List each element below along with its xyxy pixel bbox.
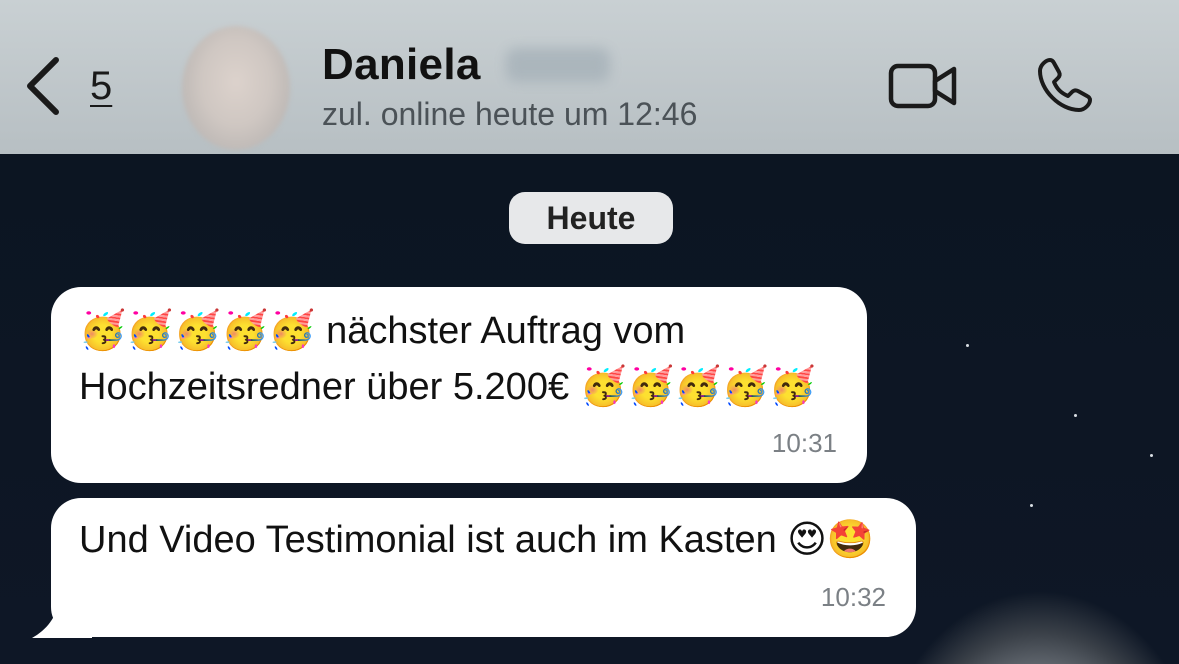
wallpaper-star xyxy=(1074,414,1077,417)
phone-icon xyxy=(1038,58,1092,112)
message-time: 10:32 xyxy=(820,582,886,612)
chat-screen: 5 Daniela zul. online heute um 12:46 Heu… xyxy=(0,0,1179,664)
date-divider: Heute xyxy=(509,192,673,244)
message-bubble[interactable]: 🥳🥳🥳🥳🥳 nächster Auftrag vom Hochzeitsredn… xyxy=(51,287,867,483)
avatar[interactable] xyxy=(182,26,290,150)
message-text: 🥳🥳🥳🥳🥳 nächster Auftrag vom Hochzeitsredn… xyxy=(79,310,817,408)
video-camera-icon xyxy=(888,63,957,109)
video-call-button[interactable] xyxy=(888,62,958,115)
contact-surname-redacted xyxy=(506,48,610,82)
message-time: 10:31 xyxy=(771,428,837,458)
chat-header: 5 Daniela zul. online heute um 12:46 xyxy=(0,0,1179,154)
message-bubble[interactable]: Und Video Testimonial ist auch im Kasten… xyxy=(51,498,916,637)
back-chevron-icon xyxy=(27,57,59,115)
voice-call-button[interactable] xyxy=(1036,56,1094,119)
back-button[interactable]: 5 xyxy=(22,56,112,116)
last-seen-status: zul. online heute um 12:46 xyxy=(322,96,698,132)
wallpaper-star xyxy=(966,344,969,347)
message-text: Und Video Testimonial ist auch im Kasten… xyxy=(79,519,875,561)
wallpaper-star xyxy=(1150,454,1153,457)
contact-name[interactable]: Daniela xyxy=(322,40,481,90)
wallpaper-star xyxy=(1030,504,1033,507)
unread-count: 5 xyxy=(90,63,113,108)
